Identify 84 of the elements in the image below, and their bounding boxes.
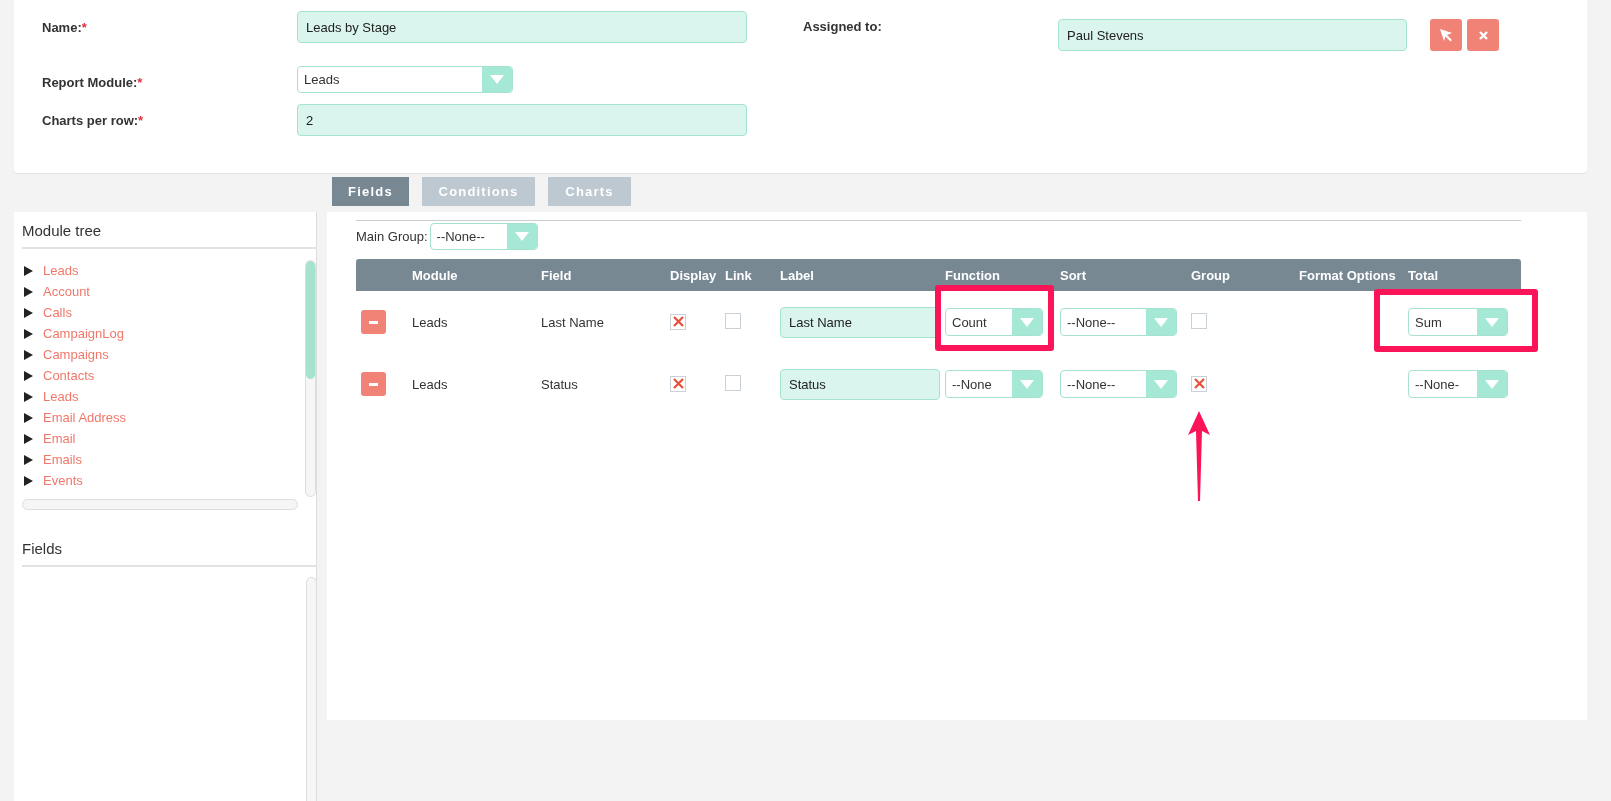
scrollbar[interactable] xyxy=(305,260,316,497)
remove-button[interactable] xyxy=(361,310,386,334)
table-cell-text: Leads xyxy=(412,376,449,392)
cross-icon xyxy=(672,378,684,390)
scrollbar[interactable] xyxy=(22,499,298,510)
minus-icon xyxy=(369,320,378,324)
caret-icon xyxy=(1154,379,1168,389)
expand-icon xyxy=(24,370,33,381)
column-header: Link xyxy=(725,267,753,283)
column-header: Format Options xyxy=(1299,267,1397,283)
caret-icon xyxy=(1485,317,1499,327)
tree-item[interactable]: Leads xyxy=(43,389,79,404)
column-header: Field xyxy=(541,267,573,283)
sort-select[interactable]: --None-- xyxy=(1060,370,1177,398)
caret-icon xyxy=(490,75,504,84)
tree-item[interactable]: CampaignLog xyxy=(43,326,124,341)
sort-select[interactable]: --None-- xyxy=(1060,308,1177,336)
table-cell-text: Leads xyxy=(412,314,449,330)
tree-item[interactable]: Calls xyxy=(43,305,72,320)
expand-icon xyxy=(24,433,33,444)
select-button[interactable] xyxy=(1430,19,1462,51)
field-label: Report Module:* xyxy=(42,74,144,90)
panel-title: Fields xyxy=(22,530,317,567)
remove-button[interactable] xyxy=(361,372,386,396)
text-field[interactable]: 2 xyxy=(297,104,747,136)
checkbox[interactable] xyxy=(1191,375,1207,392)
cross-icon xyxy=(672,316,684,328)
checkbox[interactable] xyxy=(1191,312,1207,329)
table-cell-text: Last Name xyxy=(541,314,605,330)
function-select[interactable]: Count xyxy=(945,308,1043,336)
scrollbar[interactable] xyxy=(306,577,317,801)
caret-icon xyxy=(1154,317,1168,327)
function-select[interactable]: --None xyxy=(945,370,1043,398)
field-label: Main Group: xyxy=(356,229,428,244)
checkbox[interactable] xyxy=(725,312,741,329)
field-label: Assigned to: xyxy=(803,19,883,34)
tree-item[interactable]: Account xyxy=(43,284,90,299)
tree-item[interactable]: Email xyxy=(43,431,76,446)
column-header: Sort xyxy=(1060,267,1087,283)
module-select[interactable]: Leads xyxy=(297,66,513,93)
tree-item[interactable]: Contacts xyxy=(43,368,95,383)
expand-icon xyxy=(24,307,33,318)
expand-icon xyxy=(24,391,33,402)
total-select[interactable]: --None- xyxy=(1408,370,1508,398)
expand-icon xyxy=(24,265,33,276)
caret-icon xyxy=(514,232,529,241)
column-header: Module xyxy=(412,267,459,283)
checkbox[interactable] xyxy=(670,313,686,330)
expand-icon xyxy=(24,412,33,423)
expand-icon xyxy=(24,286,33,297)
total-select[interactable]: Sum xyxy=(1408,308,1508,336)
caret-icon xyxy=(1020,317,1034,327)
caret-icon xyxy=(1485,379,1499,389)
column-header: Total xyxy=(1408,267,1440,283)
table-cell-text: Status xyxy=(541,376,579,392)
tree-item[interactable]: Email Address xyxy=(43,410,127,425)
label-field[interactable]: Status xyxy=(780,368,940,400)
minus-icon xyxy=(369,382,378,386)
field-label: Charts per row:* xyxy=(42,112,145,128)
field-label: Name:* xyxy=(42,19,88,35)
main-group-select[interactable]: --None-- xyxy=(429,223,538,250)
expand-icon xyxy=(24,475,33,486)
expand-icon xyxy=(24,328,33,339)
clear-button[interactable] xyxy=(1467,19,1499,51)
caret-icon xyxy=(1020,379,1034,389)
column-header: Function xyxy=(945,267,1001,283)
tree-item[interactable]: Events xyxy=(43,473,83,488)
column-header: Group xyxy=(1191,267,1231,283)
checkbox[interactable] xyxy=(670,375,686,392)
expand-icon xyxy=(24,349,33,360)
cursor-icon xyxy=(1439,28,1453,42)
checkbox[interactable] xyxy=(725,374,741,391)
tree-item[interactable]: Emails xyxy=(43,452,82,467)
expand-icon xyxy=(24,454,33,465)
column-header: Label xyxy=(780,267,815,283)
tree-item[interactable]: Leads xyxy=(43,263,79,278)
assigned-user-field[interactable]: Paul Stevens xyxy=(1058,19,1407,51)
panel-title: Module tree xyxy=(22,212,317,249)
text-field[interactable]: Leads by Stage xyxy=(297,11,747,43)
column-header: Display xyxy=(670,267,718,283)
tree-item[interactable]: Campaigns xyxy=(43,347,109,362)
cross-icon xyxy=(1193,378,1205,390)
tab[interactable]: Fields xyxy=(332,177,409,206)
close-icon xyxy=(1478,30,1488,40)
